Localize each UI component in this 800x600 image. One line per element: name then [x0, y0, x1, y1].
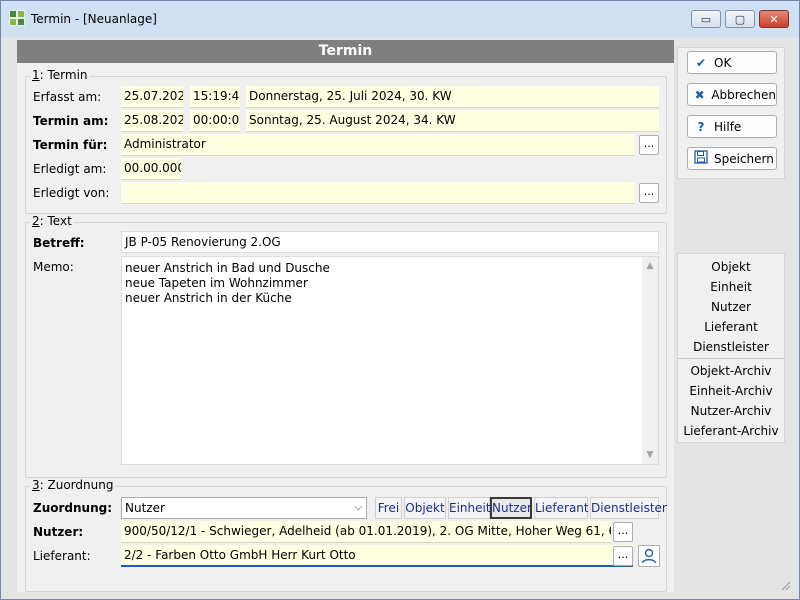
nutzer-field[interactable]: 900/50/12/1 - Schwieger, Adelheid (ab 01…: [121, 521, 611, 543]
lieferant-lookup-button[interactable]: ...: [613, 546, 633, 566]
window: Termin - [Neuanlage] ▭ ▢ ✕ Termin 1: Ter…: [0, 0, 800, 600]
link-nutzer[interactable]: Nutzer: [678, 300, 784, 314]
maximize-button[interactable]: ▢: [725, 10, 755, 28]
betreff-label: Betreff:: [33, 236, 85, 250]
type-button-einheit[interactable]: Einheit: [448, 497, 491, 519]
nutzer-lookup-button[interactable]: ...: [613, 522, 633, 542]
zuordnung-select-value: Nutzer: [125, 501, 165, 515]
type-button-nutzer[interactable]: Nutzer: [490, 497, 532, 519]
memo-line: neue Tapeten im Wohnzimmer: [125, 276, 308, 290]
minimize-icon: ▭: [700, 12, 712, 26]
link-lieferant-archiv[interactable]: Lieferant-Archiv: [678, 424, 784, 438]
minimize-button[interactable]: ▭: [691, 10, 721, 28]
legend-text: : Termin: [39, 68, 88, 82]
abbrechen-label: Abbrechen: [711, 87, 776, 102]
type-button-dienstleister[interactable]: Dienstleister: [590, 497, 667, 519]
memo-label: Memo:: [33, 260, 74, 274]
group-text-legend: 2: Text: [30, 214, 74, 228]
close-button[interactable]: ✕: [759, 10, 789, 28]
nutzer-label: Nutzer:: [33, 525, 84, 539]
navigation-panel: Objekt Einheit Nutzer Lieferant Dienstle…: [677, 253, 785, 443]
memo-line: neuer Anstrich in Bad und Dusche: [125, 261, 330, 275]
erfasst-label: Erfasst am:: [33, 90, 102, 104]
speichern-button[interactable]: Speichern: [687, 147, 777, 170]
chevron-down-icon: ⌵: [354, 502, 362, 513]
ellipsis-icon: ...: [643, 185, 655, 198]
erfasst-date-field[interactable]: 25.07.2024: [121, 86, 183, 108]
type-button-objekt[interactable]: Objekt: [404, 497, 446, 519]
x-icon: ✖: [694, 87, 705, 102]
link-einheit[interactable]: Einheit: [678, 280, 784, 294]
termin-fuer-field[interactable]: Administrator: [121, 134, 635, 156]
hilfe-label: Hilfe: [714, 119, 742, 134]
link-lieferant[interactable]: Lieferant: [678, 320, 784, 334]
scroll-down-icon[interactable]: ▼: [642, 448, 658, 462]
termin-time-field[interactable]: 00:00:00: [190, 110, 240, 132]
memo-scrollbar[interactable]: ▲ ▼: [642, 257, 658, 464]
ellipsis-icon: ...: [617, 524, 629, 537]
form-header: Termin: [17, 40, 674, 63]
link-dienstleister[interactable]: Dienstleister: [678, 340, 784, 354]
close-icon: ✕: [769, 12, 779, 26]
zuordnung-label: Zuordnung:: [33, 501, 113, 515]
legend-mnemonic: 3: [32, 478, 40, 492]
maximize-icon: ▢: [734, 12, 746, 26]
erledigt-am-label: Erledigt am:: [33, 162, 107, 176]
lieferant-label: Lieferant:: [33, 549, 91, 563]
ellipsis-icon: ...: [617, 548, 629, 561]
type-button-lieferant[interactable]: Lieferant: [534, 497, 589, 519]
check-icon: ✔: [695, 55, 707, 70]
erfasst-time-field[interactable]: 15:19:42: [190, 86, 240, 108]
erfasst-description: Donnerstag, 25. Juli 2024, 30. KW: [246, 86, 659, 108]
link-einheit-archiv[interactable]: Einheit-Archiv: [678, 384, 784, 398]
memo-line: neuer Anstrich in der Küche: [125, 291, 292, 305]
legend-mnemonic: 1: [32, 68, 40, 82]
zuordnung-select[interactable]: Nutzer ⌵: [121, 497, 367, 519]
link-objekt-archiv[interactable]: Objekt-Archiv: [678, 364, 784, 378]
termin-description: Sonntag, 25. August 2024, 34. KW: [246, 110, 659, 132]
betreff-field[interactable]: JB P-05 Renovierung 2.OG: [121, 231, 659, 253]
resize-grip-icon[interactable]: [779, 579, 791, 591]
group-zuordnung-legend: 3: Zuordnung: [30, 478, 116, 492]
erledigt-von-field[interactable]: [121, 182, 635, 204]
app-icon: [9, 10, 25, 26]
legend-text: : Zuordnung: [39, 478, 114, 492]
action-panel: ✔ OK ✖ Abbrechen ? Hilfe Speichern: [677, 47, 785, 179]
group-termin-legend: 1: Termin: [30, 68, 90, 82]
speichern-label: Speichern: [714, 151, 774, 166]
ellipsis-icon: ...: [643, 137, 655, 150]
ok-label: OK: [714, 55, 732, 70]
link-nutzer-archiv[interactable]: Nutzer-Archiv: [678, 404, 784, 418]
legend-mnemonic: 2: [32, 214, 40, 228]
erledigt-von-lookup-button[interactable]: ...: [639, 183, 659, 203]
type-button-frei[interactable]: Frei: [375, 497, 402, 519]
memo-field[interactable]: neuer Anstrich in Bad und Dusche neue Ta…: [121, 256, 659, 465]
lieferant-person-button[interactable]: [638, 545, 660, 567]
floppy-disk-icon: [692, 150, 710, 167]
person-icon: [641, 548, 657, 564]
termin-fuer-lookup-button[interactable]: ...: [639, 135, 659, 155]
termin-date-field[interactable]: 25.08.2024: [121, 110, 183, 132]
legend-text: : Text: [39, 214, 72, 228]
window-title: Termin - [Neuanlage]: [31, 12, 157, 26]
ok-button[interactable]: ✔ OK: [687, 51, 777, 74]
erledigt-am-field[interactable]: 00.00.0000: [121, 158, 181, 180]
scroll-up-icon[interactable]: ▲: [642, 259, 658, 273]
question-icon: ?: [697, 119, 705, 134]
erledigt-von-label: Erledigt von:: [33, 186, 110, 200]
lieferant-field[interactable]: 2/2 - Farben Otto GmbH Herr Kurt Otto: [121, 545, 633, 567]
termin-label: Termin am:: [33, 114, 109, 128]
client-area: Termin 1: Termin Erfasst am: 25.07.2024 …: [9, 37, 793, 593]
form-panel: Termin 1: Termin Erfasst am: 25.07.2024 …: [17, 40, 674, 592]
title-bar[interactable]: Termin - [Neuanlage] ▭ ▢ ✕: [1, 1, 799, 37]
abbrechen-button[interactable]: ✖ Abbrechen: [687, 83, 777, 106]
hilfe-button[interactable]: ? Hilfe: [687, 115, 777, 138]
link-separator: [678, 358, 784, 359]
termin-fuer-label: Termin für:: [33, 138, 108, 152]
link-objekt[interactable]: Objekt: [678, 260, 784, 274]
